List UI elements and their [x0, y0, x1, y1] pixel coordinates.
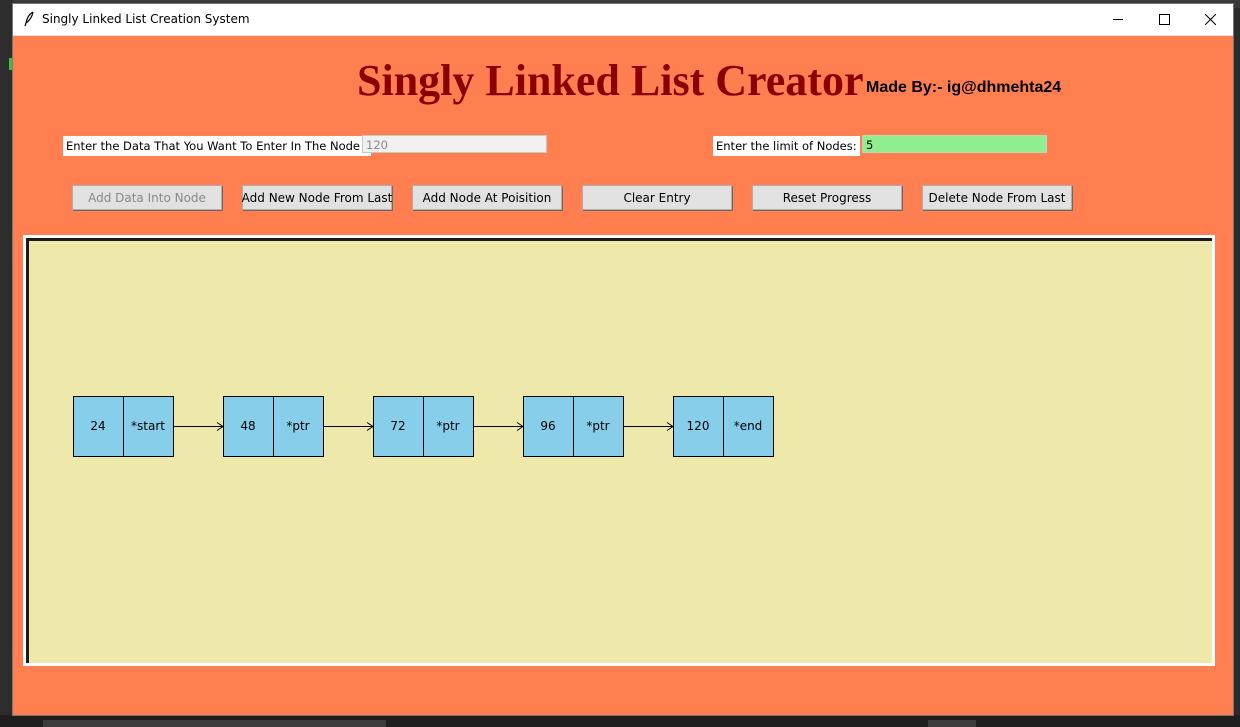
add-new-node-last-button[interactable]: Add New Node From Last: [242, 185, 392, 210]
maximize-button[interactable]: [1141, 4, 1187, 35]
reset-progress-button[interactable]: Reset Progress: [752, 185, 902, 210]
minimize-button[interactable]: [1095, 4, 1141, 35]
minimize-icon: [1112, 19, 1123, 20]
app-window: Singly Linked List Creation System Singl…: [13, 4, 1233, 715]
list-node: 96 *ptr: [523, 396, 624, 457]
linked-list-canvas[interactable]: 24 *start 48 *ptr 72 *ptr 96 *ptr 120 *end: [26, 238, 1212, 663]
close-icon: [1204, 14, 1216, 25]
next-pointer-arrow: [174, 422, 224, 431]
title-bar[interactable]: Singly Linked List Creation System: [13, 4, 1233, 36]
node-value: 120: [687, 419, 710, 433]
node-pointer-label: *end: [734, 419, 763, 433]
feather-icon: [24, 11, 34, 27]
background-scrollbar: [43, 720, 386, 727]
list-node: 24 *start: [73, 396, 174, 457]
list-node: 48 *ptr: [223, 396, 324, 457]
maximize-icon: [1158, 14, 1170, 25]
list-node: 72 *ptr: [373, 396, 474, 457]
linked-list-drawing: 24 *start 48 *ptr 72 *ptr 96 *ptr 120 *end: [73, 396, 774, 457]
node-pointer-label: *start: [131, 419, 165, 433]
delete-node-last-button[interactable]: Delete Node From Last: [922, 185, 1072, 210]
node-limit-input[interactable]: 5: [862, 135, 1047, 153]
add-node-at-position-button[interactable]: Add Node At Poisition: [412, 185, 562, 210]
canvas-frame: 24 *start 48 *ptr 72 *ptr 96 *ptr 120 *end: [23, 235, 1215, 666]
node-value: 48: [240, 419, 255, 433]
close-button[interactable]: [1187, 4, 1233, 35]
node-value: 24: [90, 419, 105, 433]
limit-input-label: Enter the limit of Nodes:: [713, 136, 860, 156]
list-node: 120 *end: [673, 396, 774, 457]
background-scrollbar-thumb: [928, 720, 976, 727]
app-title: Singly Linked List Creator: [357, 56, 864, 105]
node-pointer-label: *ptr: [286, 419, 309, 433]
next-pointer-arrow: [474, 422, 524, 431]
node-data-input[interactable]: 120: [362, 135, 547, 153]
node-pointer-label: *ptr: [586, 419, 609, 433]
window-title: Singly Linked List Creation System: [42, 12, 250, 26]
data-input-label: Enter the Data That You Want To Enter In…: [63, 136, 371, 156]
node-value: 96: [540, 419, 555, 433]
node-pointer-label: *ptr: [436, 419, 459, 433]
background-editor-edge: [0, 0, 13, 727]
author-credit: Made By:- ig@dhmehta24: [866, 79, 1062, 96]
node-value: 72: [390, 419, 405, 433]
add-data-button[interactable]: Add Data Into Node: [72, 185, 222, 210]
next-pointer-arrow: [324, 422, 374, 431]
clear-entry-button[interactable]: Clear Entry: [582, 185, 732, 210]
next-pointer-arrow: [624, 422, 674, 431]
